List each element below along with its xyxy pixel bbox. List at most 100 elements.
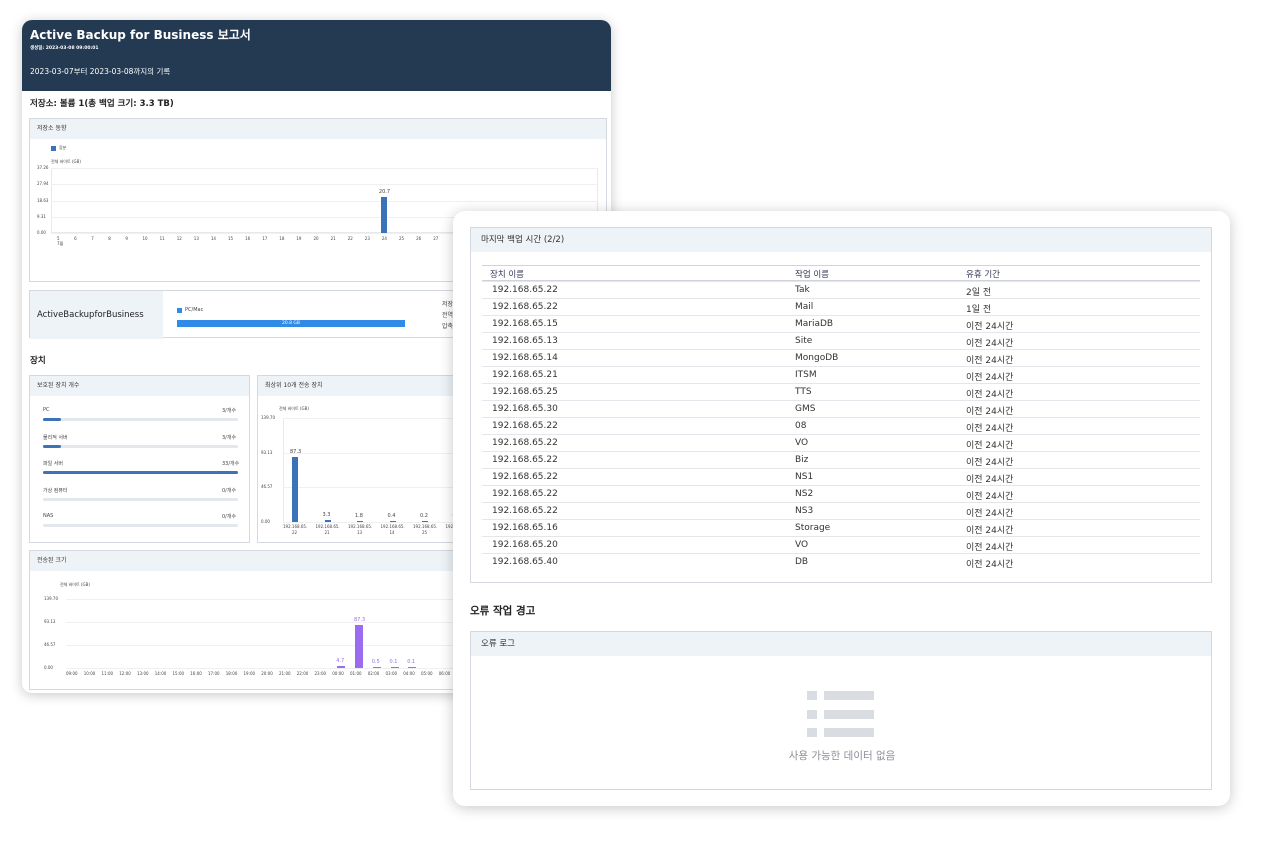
- legend-swatch: [177, 308, 182, 313]
- x-tick-label: 13: [193, 236, 199, 241]
- protected-devices-panel-title: 보호된 장치 개수: [30, 376, 249, 396]
- x-tick-label: 02:00: [367, 671, 380, 676]
- table-row: 192.168.65.14 MongoDB 이전 24시간: [482, 349, 1200, 366]
- top10-ip-suffix: 25: [422, 530, 428, 535]
- transfer-bar: [408, 667, 417, 668]
- gridline: [51, 168, 598, 169]
- cell-device-name: 192.168.65.14: [492, 353, 558, 363]
- cell-idle-time: 이전 24시간: [966, 356, 1014, 366]
- x-tick-label: 05:00: [421, 671, 433, 676]
- x-tick-label: 14:00: [154, 671, 167, 676]
- gridline: [283, 522, 478, 523]
- table-row: 192.168.65.16 Storage 이전 24시간: [482, 519, 1200, 536]
- cell-task-name: Tak: [795, 285, 810, 295]
- table-row: 192.168.65.21 ITSM 이전 24시간: [482, 366, 1200, 383]
- table-row: 192.168.65.22 NS1 이전 24시간: [482, 468, 1200, 485]
- x-tick-label: 12:00: [119, 671, 131, 676]
- cell-device-name: 192.168.65.22: [492, 302, 558, 312]
- device-progress-track: [43, 471, 238, 474]
- cell-device-name: 192.168.65.30: [492, 404, 558, 414]
- storage-bar: [380, 196, 387, 233]
- x-tick-label: 18: [279, 236, 285, 241]
- y-tick-label: 93.13: [44, 619, 56, 624]
- table-row: 192.168.65.22 NS2 이전 24시간: [482, 485, 1200, 502]
- transfer-bar: [372, 667, 381, 668]
- cell-task-name: Biz: [795, 455, 809, 465]
- col-task-name: 작업 이름: [795, 270, 829, 280]
- devices-section-title: 장치: [30, 356, 46, 366]
- table-row: 192.168.65.22 NS3 이전 24시간: [482, 502, 1200, 519]
- x-tick-label: 20: [313, 236, 319, 241]
- y-tick-label: 27.94: [37, 181, 49, 187]
- y-tick-label: 0.00: [44, 665, 53, 670]
- col-idle-time: 유휴 기간: [966, 270, 1000, 280]
- report-date-range: 2023-03-07부터 2023-03-08까지의 기록: [30, 67, 171, 76]
- x-tick-label: 27: [433, 236, 439, 241]
- cell-idle-time: 이전 24시간: [966, 441, 1014, 451]
- device-progress-track: [43, 444, 238, 448]
- top10-bar: [389, 521, 396, 522]
- cell-task-name: NS3: [795, 506, 814, 516]
- gridline: [283, 418, 478, 419]
- top10-bar: [324, 519, 331, 522]
- cell-idle-time: 1일 전: [966, 305, 992, 315]
- col-device-name: 장치 이름: [490, 270, 524, 280]
- x-tick-label: 19:00: [243, 671, 256, 676]
- x-tick-label: 00:00: [332, 671, 344, 676]
- device-progress-track: [43, 418, 238, 421]
- y-tick-label: 37.26: [37, 165, 49, 170]
- y-tick-label: 46.57: [261, 484, 273, 490]
- empty-list-icon: [807, 691, 877, 741]
- x-tick-label: 11: [159, 236, 165, 241]
- cell-idle-time: 이전 24시간: [966, 509, 1014, 519]
- x-tick-label: 7: [91, 236, 94, 241]
- cell-idle-time: 이전 24시간: [966, 424, 1014, 434]
- top10-bar: [422, 521, 428, 522]
- cell-device-name: 192.168.65.22: [492, 489, 558, 499]
- table-row: 192.168.65.22 Mail 1일 전: [482, 298, 1200, 315]
- transfer-bar-label: 0.5: [371, 659, 380, 665]
- x-tick-label: 19: [296, 236, 302, 241]
- cell-task-name: MariaDB: [795, 319, 834, 329]
- table-row: 192.168.65.15 MariaDB 이전 24시간: [482, 315, 1200, 332]
- top10-bar-label: 0.2: [420, 513, 428, 519]
- storage-section-title: 저장소: 볼륨 1(총 백업 크기: 3.3 TB): [30, 99, 174, 109]
- transfer-bar-label: 0.1: [407, 659, 416, 665]
- transfer-bar-label: 4.7: [336, 657, 345, 664]
- x-tick-label: 06:00: [438, 671, 451, 676]
- cell-idle-time: 2일 전: [966, 288, 992, 298]
- x-tick-label: 21: [330, 236, 336, 241]
- x-tick-label: 01:00: [350, 671, 362, 676]
- top10-bar-label: 0.4: [387, 513, 396, 519]
- top10-ip-suffix: 14: [389, 530, 395, 535]
- x-tick-label: 25: [399, 236, 405, 241]
- y-tick-label: 0.00: [37, 230, 46, 235]
- x-tick-label: 24: [381, 236, 387, 241]
- x-tick-label: 03:00: [385, 671, 398, 676]
- cell-idle-time: 이전 24시간: [966, 475, 1014, 485]
- cell-idle-time: 이전 24시간: [966, 526, 1014, 536]
- table-row: 192.168.65.25 TTS 이전 24시간: [482, 383, 1200, 400]
- cell-device-name: 192.168.65.21: [492, 370, 558, 380]
- x-tick-label: 16:00: [190, 671, 202, 676]
- cell-task-name: Site: [795, 336, 813, 346]
- device-type-count: 0/개수: [222, 514, 237, 520]
- cell-device-name: 192.168.65.22: [492, 421, 558, 431]
- cell-device-name: 192.168.65.22: [492, 506, 558, 516]
- storage-trend-panel-title: 저장소 동향: [30, 119, 606, 139]
- x-tick-label: 8: [108, 236, 111, 241]
- y-tick-label: 46.57: [44, 641, 56, 647]
- error-section-title: 오류 작업 경고: [470, 605, 536, 617]
- cell-task-name: GMS: [795, 404, 816, 414]
- x-tick-label: 09:00: [66, 671, 78, 676]
- y-tick-label: 139.70: [44, 596, 58, 601]
- cell-idle-time: 이전 24시간: [966, 339, 1014, 349]
- transfer-bar: [337, 665, 346, 668]
- table-row: 192.168.65.40 DB 이전 24시간: [482, 553, 1200, 570]
- cell-idle-time: 이전 24시간: [966, 407, 1014, 417]
- app-side-label-2: 전역: [442, 312, 454, 319]
- cell-idle-time: 이전 24시간: [966, 492, 1014, 502]
- x-tick-label: 04:00: [403, 671, 415, 676]
- y-tick-label: 93.13: [261, 449, 273, 455]
- app-summary-bar: 20.8 GB: [177, 320, 405, 327]
